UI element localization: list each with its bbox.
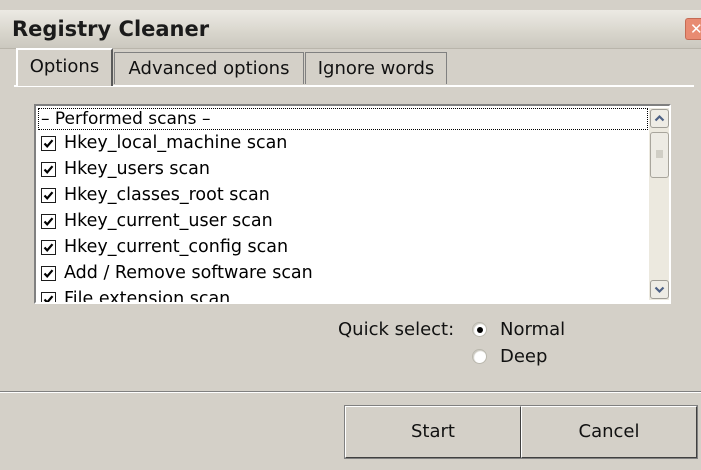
close-icon: ✕ [690,20,701,38]
start-button[interactable]: Start [345,406,521,458]
registry-cleaner-window: Registry Cleaner ✕ Options Advanced opti… [0,0,701,470]
separator [0,391,701,393]
close-button[interactable]: ✕ [685,18,701,40]
cancel-button[interactable]: Cancel [521,406,697,458]
tab-advanced-options[interactable]: Advanced options [114,52,304,84]
window-title: Registry Cleaner [12,17,210,41]
title-bar[interactable]: Registry Cleaner ✕ [0,10,701,49]
tab-options[interactable]: Options [16,48,113,86]
tab-ignore-words[interactable]: Ignore words [305,52,447,84]
options-tab-panel [14,85,694,385]
